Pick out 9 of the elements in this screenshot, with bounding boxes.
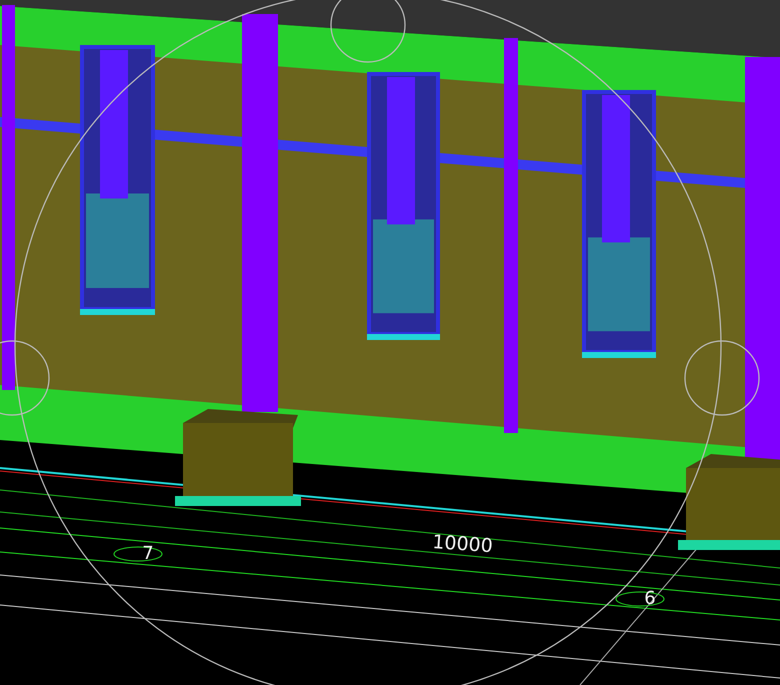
grid-bubble-icon: [114, 546, 162, 562]
cad-viewport[interactable]: 7 6 10000: [0, 0, 780, 685]
grid-label: 7: [142, 543, 154, 564]
grid-label: 6: [644, 588, 656, 609]
grid-bubble-icon: [616, 592, 664, 606]
orbit-handle[interactable]: [684, 340, 760, 416]
orbit-handle[interactable]: [330, 0, 406, 63]
dimension-text: 10000: [432, 531, 494, 558]
orbit-handle[interactable]: [0, 340, 50, 416]
